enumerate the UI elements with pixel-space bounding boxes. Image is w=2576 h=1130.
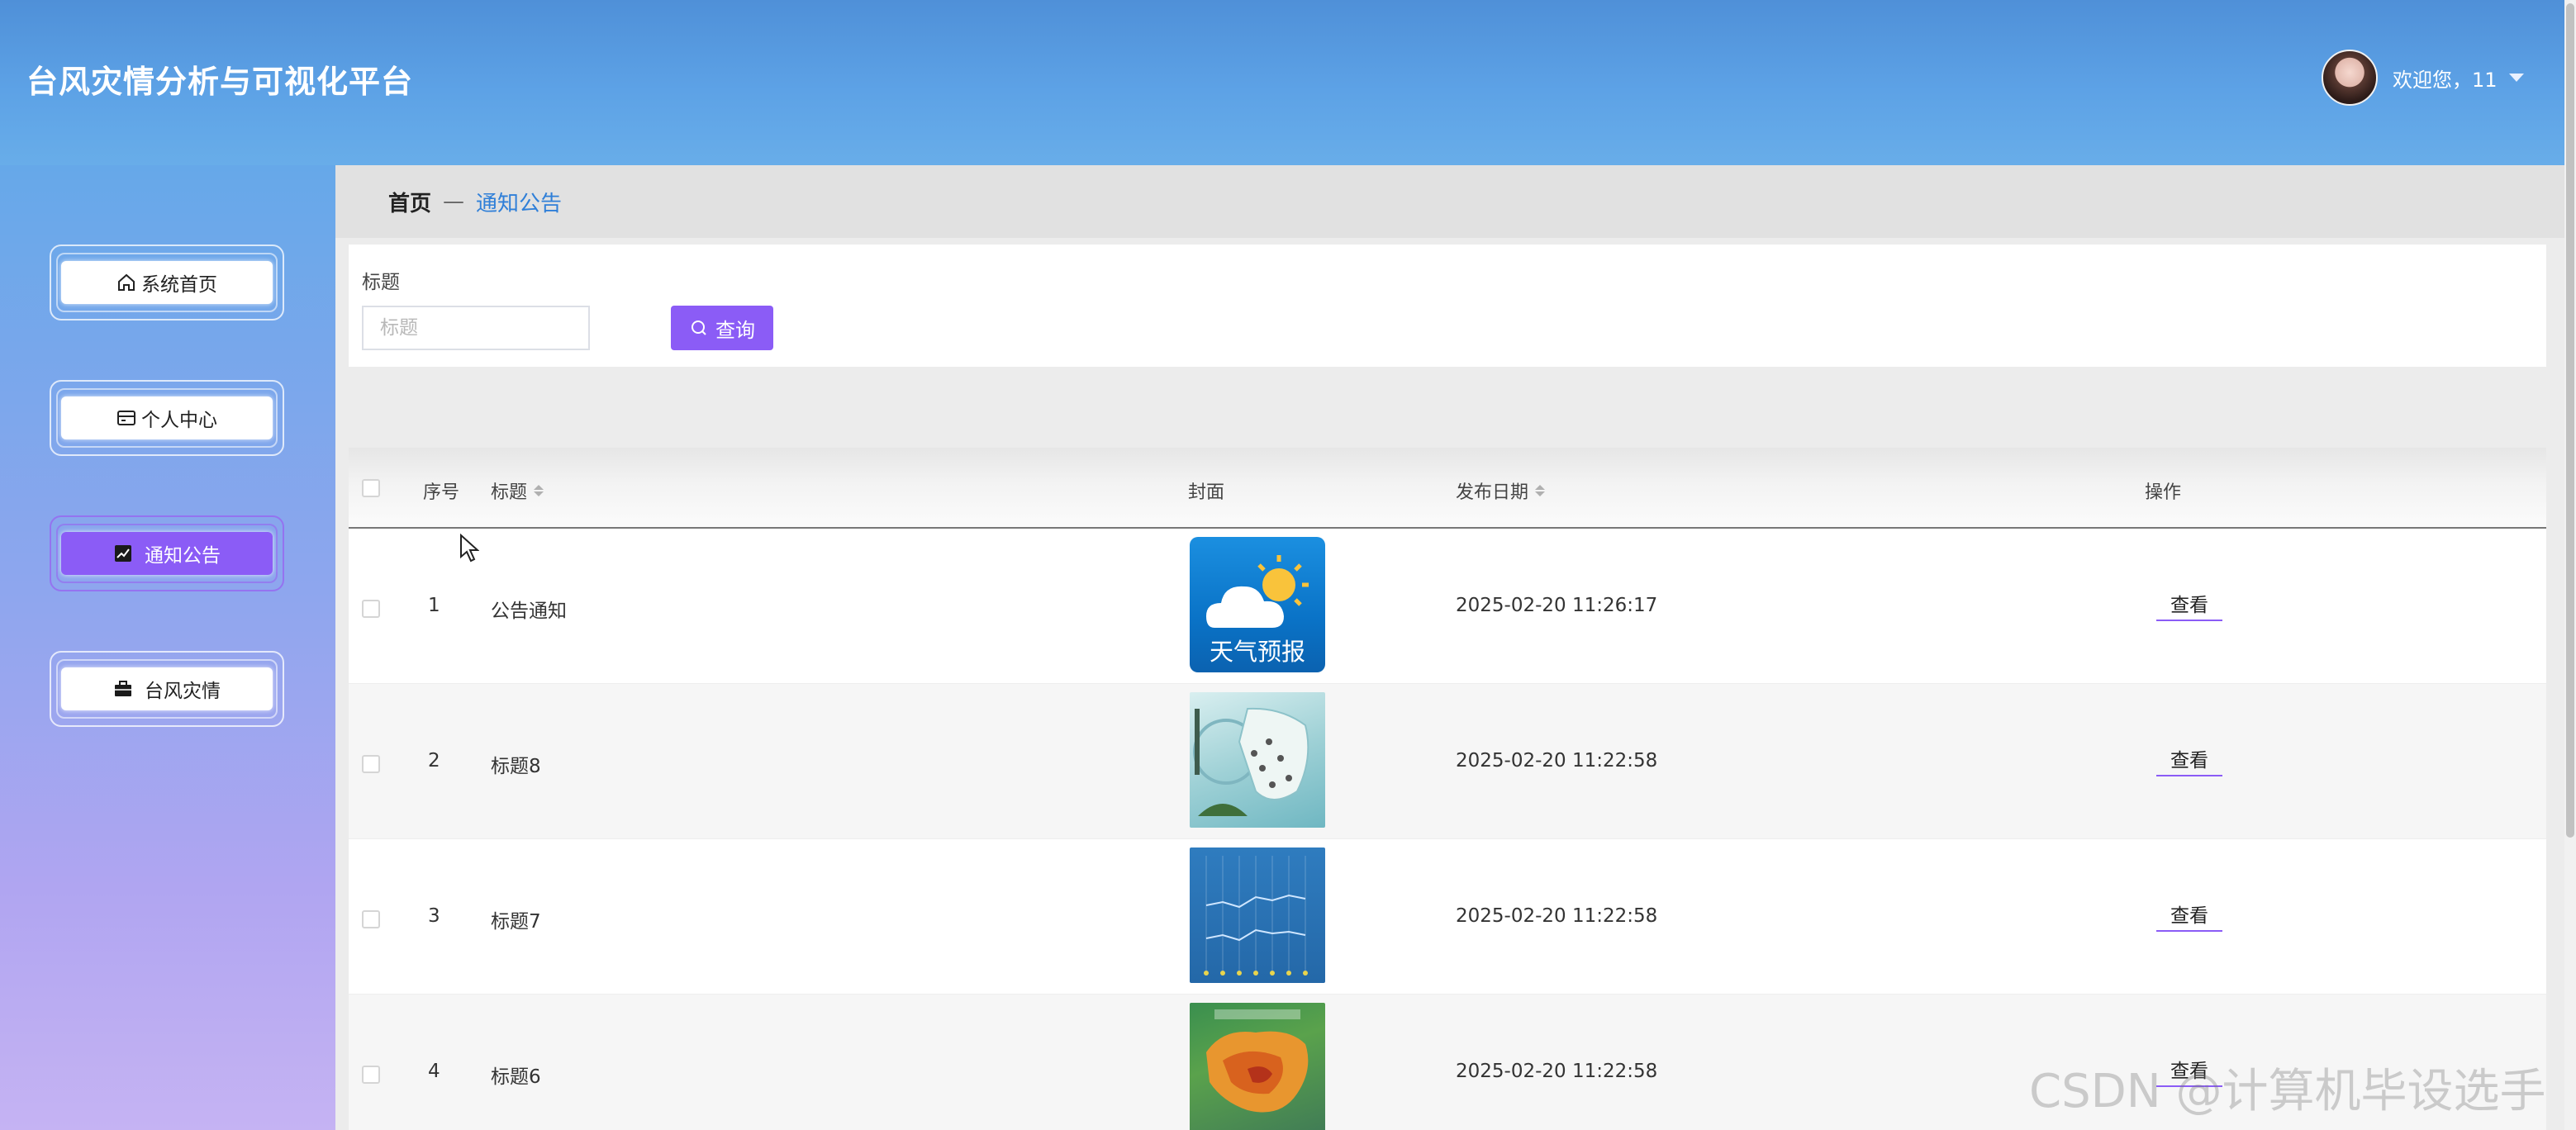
breadcrumb-current: 通知公告 [476, 191, 563, 216]
main-content: 首页 — 通知公告 标题 查询 序号 标题 封面 发布日期 操作 [335, 165, 2564, 1130]
row-title: 标题8 [491, 756, 541, 777]
breadcrumb-separator: — [443, 189, 465, 214]
row-title: 标题6 [491, 1066, 541, 1088]
row-checkbox[interactable] [362, 1066, 380, 1084]
header-date-label: 发布日期 [1456, 482, 1529, 503]
row-title: 公告通知 [491, 601, 567, 622]
app-title: 台风灾情分析与可视化平台 [26, 64, 414, 100]
avatar[interactable] [2322, 50, 2378, 106]
scrollbar-thumb[interactable] [2566, 3, 2574, 838]
breadcrumb: 首页 — 通知公告 [335, 165, 2564, 238]
row-index: 1 [428, 595, 440, 616]
briefcase-icon [113, 679, 133, 699]
table-row: 1 公告通知 天气预报 2025-02-20 11:26:17 查看 [349, 529, 2546, 684]
row-index: 2 [428, 750, 440, 772]
row-checkbox[interactable] [362, 910, 380, 928]
sidebar-button-notices[interactable]: 通知公告 [61, 532, 273, 575]
forecast-chart-thumbnail-icon [1204, 856, 1308, 976]
sidebar-item-home[interactable]: 系统首页 [50, 245, 284, 320]
row-date: 2025-02-20 11:22:58 [1456, 750, 1658, 772]
header-cover: 封面 [1188, 477, 1224, 504]
welcome-text[interactable]: 欢迎您，11 [2393, 64, 2498, 93]
search-icon [692, 320, 706, 335]
view-button[interactable]: 查看 [2156, 742, 2222, 776]
sidebar-item-label: 台风灾情 [145, 681, 221, 702]
header-index-label: 序号 [423, 482, 460, 503]
row-index: 4 [428, 1061, 440, 1082]
sidebar-item-label: 通知公告 [145, 545, 221, 567]
sort-icon[interactable] [534, 485, 544, 496]
cover-image: 天气预报 [1190, 537, 1325, 672]
header-cover-label: 封面 [1188, 482, 1225, 503]
sidebar-button-typhoon[interactable]: 台风灾情 [61, 667, 273, 710]
user-menu[interactable]: 欢迎您，11 [2322, 48, 2524, 107]
sidebar-item-typhoon[interactable]: 台风灾情 [50, 651, 284, 727]
mouse-cursor-icon [459, 533, 480, 567]
sidebar-button-profile[interactable]: 个人中心 [61, 396, 273, 439]
header-action: 操作 [2145, 477, 2181, 504]
search-input[interactable] [362, 306, 590, 350]
top-header: 台风灾情分析与可视化平台 欢迎您，11 [0, 0, 2564, 165]
sidebar-item-notices[interactable]: 通知公告 [50, 515, 284, 591]
cover-image [1190, 692, 1325, 828]
header-date[interactable]: 发布日期 [1456, 477, 1546, 504]
search-button-label: 查询 [715, 318, 755, 342]
cover-image [1190, 1003, 1325, 1130]
view-button[interactable]: 查看 [2156, 897, 2222, 932]
select-all-checkbox[interactable] [362, 479, 380, 497]
row-index: 3 [428, 905, 440, 927]
sidebar-item-label: 个人中心 [141, 410, 217, 431]
header-title-label: 标题 [491, 482, 528, 503]
header-title[interactable]: 标题 [491, 477, 544, 504]
home-icon [116, 273, 136, 292]
header-action-label: 操作 [2145, 482, 2182, 503]
table-row: 2 标题8 2025-02-20 11:22:58 查看 [349, 684, 2546, 839]
row-date: 2025-02-20 11:22:58 [1456, 1061, 1658, 1082]
breadcrumb-home[interactable]: 首页 [388, 187, 431, 217]
sidebar-item-label: 系统首页 [141, 274, 217, 296]
sidebar-button-home[interactable]: 系统首页 [61, 261, 273, 304]
view-button[interactable]: 查看 [2156, 586, 2222, 621]
search-button[interactable]: 查询 [671, 306, 773, 350]
table-header: 序号 标题 封面 发布日期 操作 [349, 448, 2546, 529]
row-title: 标题7 [491, 911, 541, 933]
table-row: 3 标题7 2025-02-20 11:22:58 查看 [349, 839, 2546, 995]
header-index: 序号 [423, 477, 459, 504]
rainfall-map-thumbnail-icon [1206, 1009, 1309, 1113]
user-card-icon [116, 408, 136, 428]
cover-caption: 天气预报 [1209, 638, 1305, 666]
row-date: 2025-02-20 11:26:17 [1456, 595, 1658, 616]
search-panel: 标题 查询 [349, 245, 2546, 367]
row-checkbox[interactable] [362, 600, 380, 618]
row-checkbox[interactable] [362, 755, 380, 773]
cover-image [1190, 848, 1325, 983]
row-date: 2025-02-20 11:22:58 [1456, 905, 1658, 927]
sort-icon[interactable] [1535, 485, 1546, 496]
watermark: CSDN @计算机毕设选手 [2029, 1065, 2546, 1118]
notice-table: 序号 标题 封面 发布日期 操作 1 公告通知 天气预报 2025-02-20 … [349, 448, 2546, 1130]
chart-icon [113, 544, 133, 563]
sidebar-item-profile[interactable]: 个人中心 [50, 380, 284, 456]
map-thumbnail-icon [1193, 707, 1309, 816]
chevron-down-icon[interactable] [2508, 74, 2524, 82]
page-scrollbar[interactable] [2564, 0, 2576, 1130]
search-label: 标题 [362, 272, 400, 293]
sidebar: 系统首页 个人中心 通知公告 台风灾情 [0, 165, 335, 1130]
